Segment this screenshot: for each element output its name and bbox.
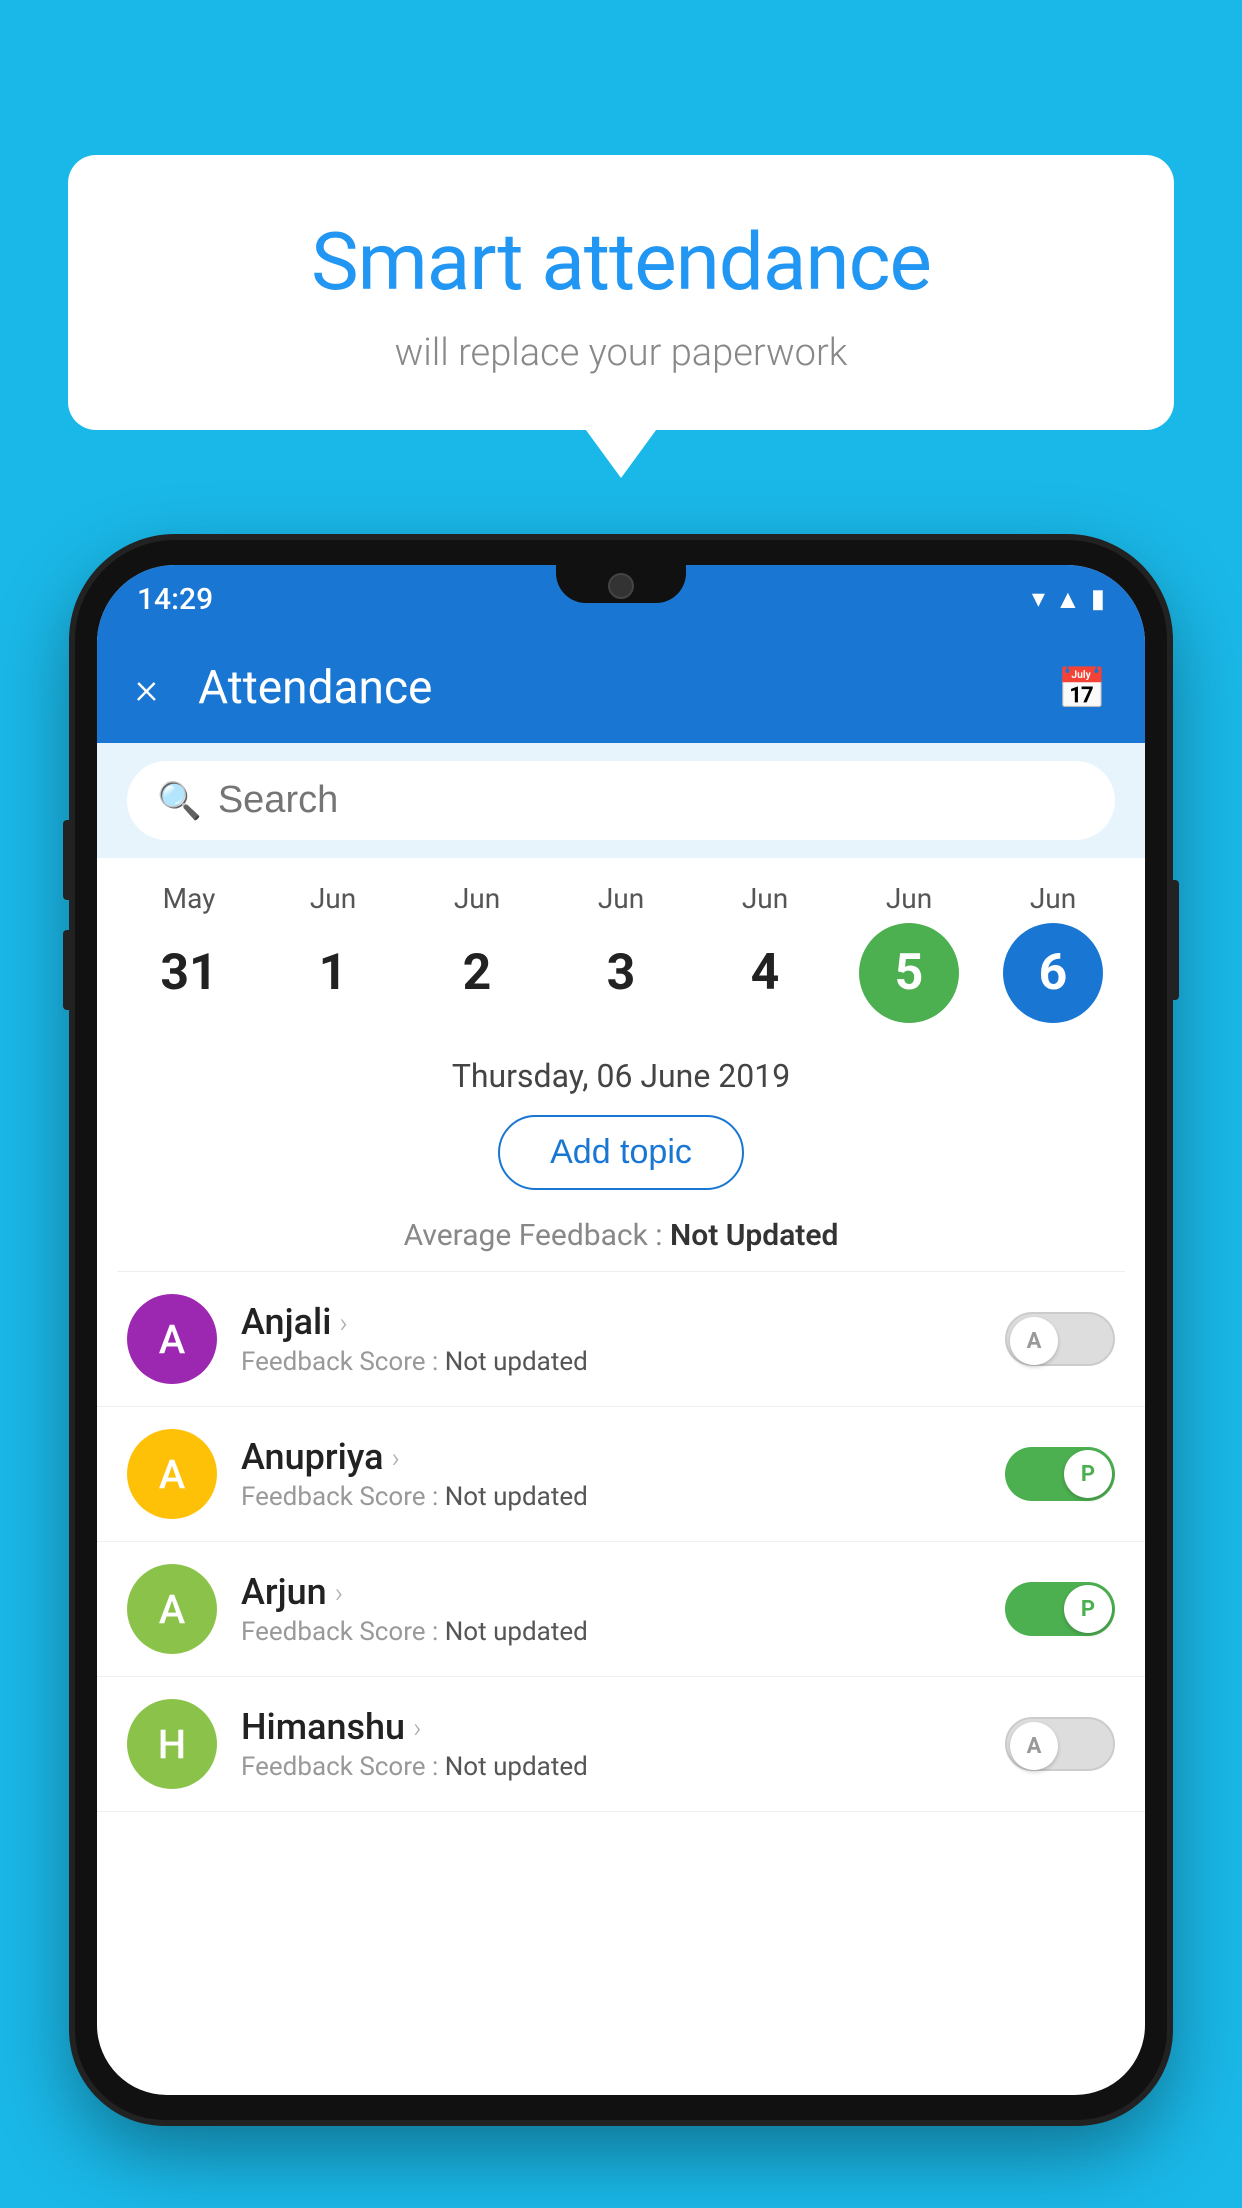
calendar-month-label: May [163,882,216,915]
attendance-toggle[interactable]: A [1005,1312,1115,1366]
calendar-month-label: Jun [454,882,500,915]
student-feedback: Feedback Score : Not updated [241,1482,981,1512]
calendar-date-number[interactable]: 4 [715,923,815,1023]
student-info: Anupriya › Feedback Score : Not updated [241,1436,981,1512]
student-list: AAnjali ›Feedback Score : Not updatedAAA… [97,1272,1145,1812]
toggle-knob: A [1010,1317,1058,1365]
avg-feedback: Average Feedback : Not Updated [97,1210,1145,1271]
student-name: Himanshu › [241,1706,981,1748]
calendar-date-number[interactable]: 1 [283,923,383,1023]
student-item-1[interactable]: A Anupriya › Feedback Score : Not updated P [97,1407,1145,1542]
speech-bubble: Smart attendance will replace your paper… [68,155,1174,430]
date-info: Thursday, 06 June 2019 [97,1039,1145,1095]
student-name: Anupriya › [241,1436,981,1478]
status-time: 14:29 [137,582,213,617]
calendar-date-number[interactable]: 5 [859,923,959,1023]
student-info: Anjali › Feedback Score : Not updated [241,1301,981,1377]
calendar-month-label: Jun [310,882,356,915]
attendance-toggle[interactable]: P [1005,1582,1115,1636]
student-item-3[interactable]: H Himanshu › Feedback Score : Not updated A [97,1677,1145,1812]
search-container: 🔍 [97,743,1145,858]
toggle-knob: P [1064,1585,1112,1633]
calendar-date-number[interactable]: 2 [427,923,527,1023]
calendar-month-label: Jun [742,882,788,915]
student-avatar: A [127,1294,217,1384]
calendar-strip: May 31 Jun 1 Jun 2 Jun 3 Jun 4 Jun 5 Jun 6 [97,858,1145,1039]
attendance-toggle[interactable]: P [1005,1447,1115,1501]
volume-down-button[interactable] [63,930,75,1010]
status-icons: ▾ ▲ ▮ [1032,584,1105,615]
speech-bubble-container: Smart attendance will replace your paper… [68,155,1174,430]
student-info: Arjun › Feedback Score : Not updated [241,1571,981,1647]
search-input[interactable] [218,779,1085,822]
calendar-icon[interactable]: 📅 [1057,665,1107,712]
calendar-day-5[interactable]: Jun 5 [849,882,969,1023]
attendance-toggle[interactable]: A [1005,1717,1115,1771]
calendar-date-number[interactable]: 3 [571,923,671,1023]
battery-icon: ▮ [1091,584,1105,614]
front-camera [608,573,634,599]
power-button[interactable] [1167,880,1179,1000]
close-button[interactable]: × [135,662,158,714]
student-avatar: A [127,1564,217,1654]
calendar-day-3[interactable]: Jun 3 [561,882,681,1023]
calendar-day-1[interactable]: Jun 1 [273,882,393,1023]
calendar-date-number[interactable]: 31 [139,923,239,1023]
app-bar: × Attendance 📅 [97,633,1145,743]
student-item-2[interactable]: A Arjun › Feedback Score : Not updated P [97,1542,1145,1677]
student-feedback: Feedback Score : Not updated [241,1752,981,1782]
phone-screen: 14:29 ▾ ▲ ▮ × Attendance 📅 🔍 [97,565,1145,2095]
selected-date-text: Thursday, 06 June 2019 [452,1057,790,1095]
calendar-month-label: Jun [1030,882,1076,915]
calendar-day-2[interactable]: Jun 2 [417,882,537,1023]
calendar-day-0[interactable]: May 31 [129,882,249,1023]
avg-feedback-label: Average Feedback : [404,1218,670,1253]
volume-up-button[interactable] [63,820,75,900]
student-info: Himanshu › Feedback Score : Not updated [241,1706,981,1782]
add-topic-container: Add topic [97,1095,1145,1210]
student-name: Anjali › [241,1301,981,1343]
student-avatar: A [127,1429,217,1519]
phone-notch [556,565,686,603]
calendar-day-4[interactable]: Jun 4 [705,882,825,1023]
speech-bubble-title: Smart attendance [118,215,1124,309]
avg-feedback-value: Not Updated [670,1218,838,1253]
phone-outer: 14:29 ▾ ▲ ▮ × Attendance 📅 🔍 [75,540,1167,2120]
calendar-day-6[interactable]: Jun 6 [993,882,1113,1023]
search-input-wrapper: 🔍 [127,761,1115,840]
calendar-date-number[interactable]: 6 [1003,923,1103,1023]
toggle-knob: A [1010,1722,1058,1770]
calendar-month-label: Jun [886,882,932,915]
student-item-0[interactable]: A Anjali › Feedback Score : Not updated A [97,1272,1145,1407]
toggle-knob: P [1064,1450,1112,1498]
wifi-icon: ▾ [1032,584,1045,614]
app-bar-title: Attendance [198,661,1027,715]
search-icon: 🔍 [157,780,202,822]
student-feedback: Feedback Score : Not updated [241,1347,981,1377]
add-topic-button[interactable]: Add topic [498,1115,744,1190]
student-feedback: Feedback Score : Not updated [241,1617,981,1647]
student-avatar: H [127,1699,217,1789]
signal-icon: ▲ [1055,584,1081,615]
speech-bubble-subtitle: will replace your paperwork [118,331,1124,375]
student-name: Arjun › [241,1571,981,1613]
calendar-month-label: Jun [598,882,644,915]
phone-container: 14:29 ▾ ▲ ▮ × Attendance 📅 🔍 [75,540,1167,2208]
